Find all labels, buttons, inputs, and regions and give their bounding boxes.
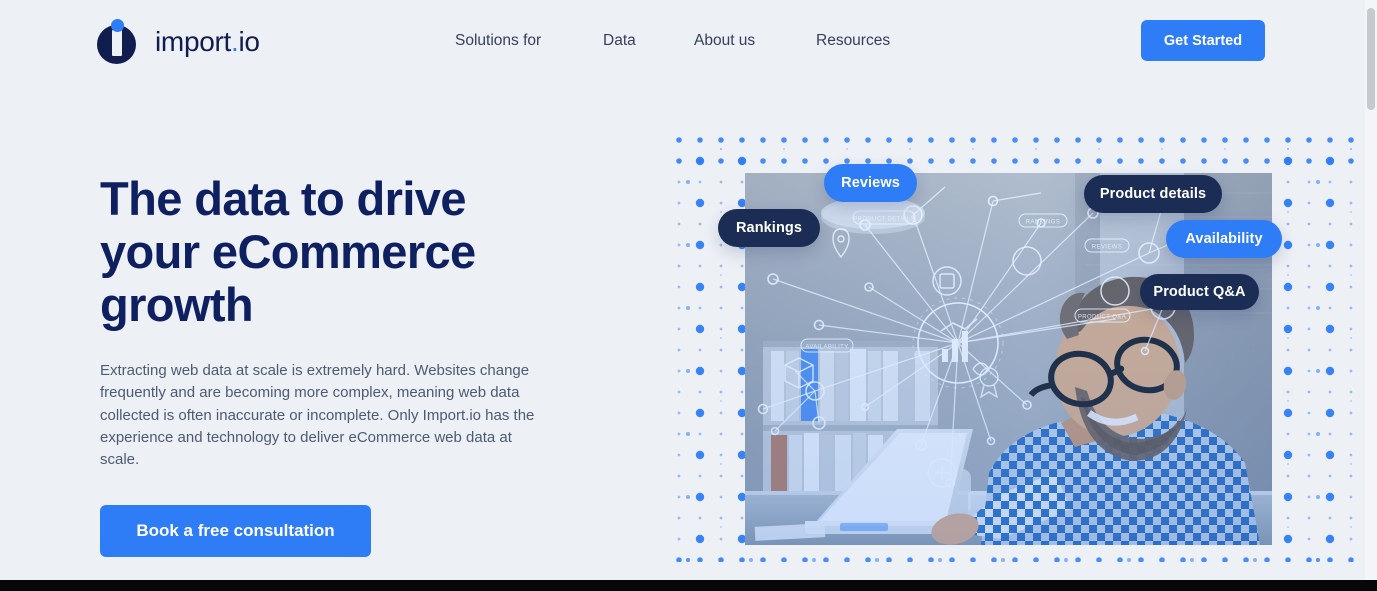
page-scrollbar[interactable] [1365,0,1377,580]
hero-visual-column: PRODUCT DETAILS RANKINGS REVIEWS PRODUCT… [676,137,1376,562]
page-title: The data to drive your eCommerce growth [100,172,476,331]
pill-availability[interactable]: Availability [1166,220,1282,258]
nav-item-about-us[interactable]: About us [694,28,816,54]
brand-name: import.io [155,26,260,58]
bottom-bar [0,580,1377,591]
hero-subtitle: Extracting web data at scale is extremel… [100,362,535,469]
brand-logo[interactable]: import.io [97,19,260,64]
main-navigation: Solutions for Data About us Resources [455,28,916,54]
nav-item-solutions-for[interactable]: Solutions for [455,28,603,54]
site-header: import.io Solutions for Data About us Re… [0,0,1365,82]
pill-product-details[interactable]: Product details [1084,175,1222,213]
hero-text-column: The data to drive your eCommerce growth … [100,172,620,558]
brand-name-main: import [155,25,231,57]
nav-item-data[interactable]: Data [603,28,694,54]
pill-product-qa[interactable]: Product Q&A [1140,274,1259,310]
book-consultation-button[interactable]: Book a free consultation [100,505,371,558]
pill-reviews[interactable]: Reviews [824,164,917,202]
scrollbar-thumb[interactable] [1367,8,1375,110]
import-io-logo-icon [97,19,142,64]
pill-rankings[interactable]: Rankings [718,209,820,247]
get-started-button[interactable]: Get Started [1141,20,1265,61]
brand-name-tld: io [238,25,260,57]
nav-item-resources[interactable]: Resources [816,28,916,54]
page-root: import.io Solutions for Data About us Re… [0,0,1377,591]
